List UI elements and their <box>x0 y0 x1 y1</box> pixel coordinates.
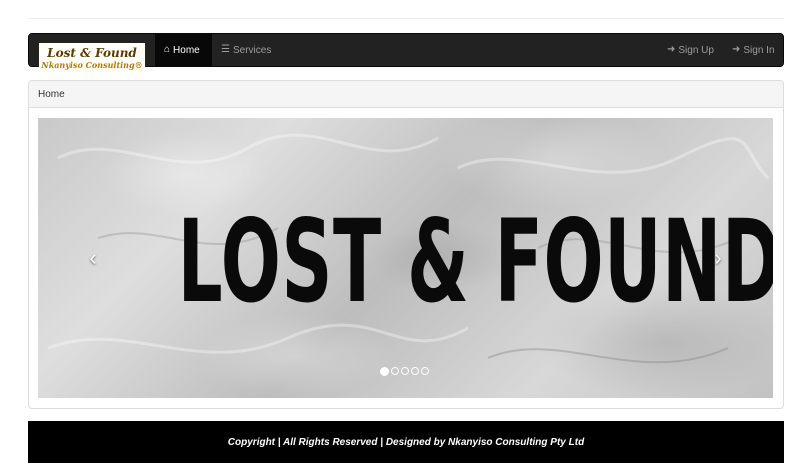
nav-services-label: Services <box>232 44 272 56</box>
list-icon: ☰ <box>221 44 230 55</box>
carousel-dot[interactable] <box>391 367 399 375</box>
home-icon: ⌂ <box>164 44 171 55</box>
main-panel: Home LOST & FOUND ‹ › <box>28 80 784 409</box>
top-navbar: Lost & Found Nkanyiso Consulting® ⌂ Home… <box>28 33 784 73</box>
breadcrumb-current: Home <box>38 89 65 100</box>
carousel-dot[interactable] <box>380 367 389 376</box>
sign-in-icon: ➜ <box>732 44 741 55</box>
carousel-dot[interactable] <box>401 367 409 375</box>
hero-carousel[interactable]: LOST & FOUND ‹ › <box>38 118 773 398</box>
brand-title: Lost & Found <box>47 46 137 60</box>
top-divider <box>28 18 784 19</box>
footer-copyright: Copyright | All Rights Reserved | Design… <box>227 436 585 448</box>
nav-services[interactable]: ☰ Services <box>221 34 271 66</box>
nav-sign-up[interactable]: ➜ Sign Up <box>667 34 714 66</box>
chevron-left-icon[interactable]: ‹ <box>83 246 103 270</box>
chevron-right-icon[interactable]: › <box>708 246 728 270</box>
nav-home-label: Home <box>173 44 200 56</box>
carousel-indicators <box>380 367 429 376</box>
carousel-dot[interactable] <box>411 367 419 375</box>
brand-logo[interactable]: Lost & Found Nkanyiso Consulting® <box>39 43 145 73</box>
breadcrumb: Home <box>29 81 783 108</box>
nav-sign-up-label: Sign Up <box>678 44 714 56</box>
nav-home[interactable]: ⌂ Home <box>155 34 212 66</box>
brand-subtitle: Nkanyiso Consulting® <box>41 60 143 70</box>
nav-sign-in-label: Sign In <box>743 44 775 56</box>
hero-title: LOST & FOUND <box>177 195 773 328</box>
nav-sign-in[interactable]: ➜ Sign In <box>732 34 775 66</box>
sign-in-icon: ➜ <box>667 44 676 55</box>
page-footer: Copyright | All Rights Reserved | Design… <box>28 421 784 463</box>
carousel-dot[interactable] <box>421 367 429 375</box>
